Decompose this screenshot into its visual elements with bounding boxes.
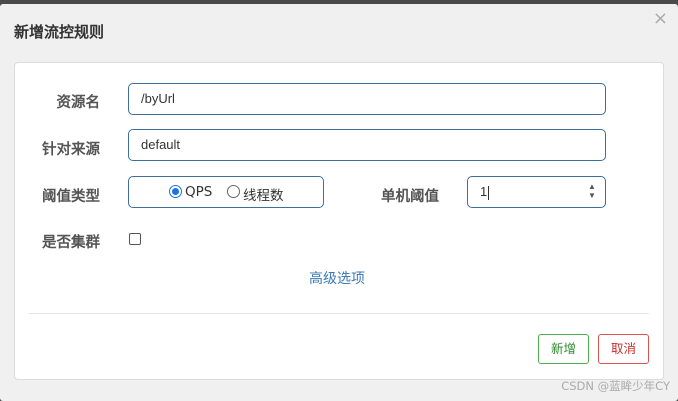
single-threshold-label: 单机阈值: [381, 189, 439, 205]
qps-radio-label[interactable]: QPS: [185, 184, 212, 200]
form-panel: 资源名 /byUrl 针对来源 default 阈值类型 QPS 线程数 单机阈…: [14, 62, 664, 380]
divider: [29, 313, 649, 314]
close-icon[interactable]: ×: [653, 10, 668, 28]
flow-rule-dialog: 新增流控规则 × 资源名 /byUrl 针对来源 default 阈值类型 QP…: [0, 4, 678, 401]
threshold-type-label: 阈值类型: [42, 189, 100, 205]
cluster-label: 是否集群: [42, 235, 100, 251]
cluster-checkbox[interactable]: [129, 233, 141, 245]
spinner-icon[interactable]: ▲ ▼: [587, 182, 597, 202]
advanced-options-link[interactable]: 高级选项: [309, 268, 365, 288]
watermark: CSDN @蓝眸少年CY: [561, 379, 670, 393]
thread-count-radio-label[interactable]: 线程数: [243, 184, 284, 204]
dialog-title: 新增流控规则: [14, 23, 105, 41]
add-button[interactable]: 新增: [538, 334, 589, 364]
thread-count-radio[interactable]: [227, 185, 240, 198]
origin-input[interactable]: default: [128, 129, 606, 161]
resource-label: 资源名: [56, 95, 101, 111]
single-threshold-input[interactable]: 1 ▲ ▼: [467, 176, 606, 208]
cancel-button[interactable]: 取消: [598, 334, 649, 364]
single-threshold-value: 1: [480, 184, 488, 199]
origin-label: 针对来源: [42, 142, 100, 158]
text-cursor: [488, 185, 490, 200]
qps-radio[interactable]: [169, 185, 182, 198]
resource-input[interactable]: /byUrl: [128, 83, 606, 115]
threshold-type-group: QPS 线程数: [128, 176, 324, 208]
